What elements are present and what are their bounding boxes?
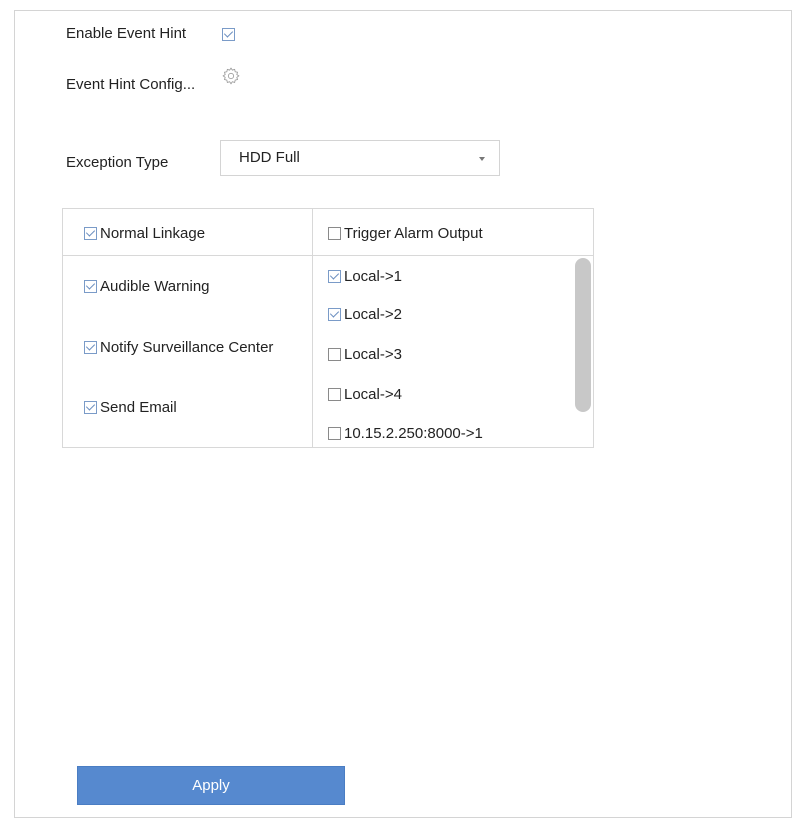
enable-event-hint-label: Enable Event Hint bbox=[66, 25, 187, 42]
local-4-label: Local->4 bbox=[344, 386, 402, 403]
apply-button[interactable]: Apply bbox=[77, 766, 345, 805]
local-3-label: Local->3 bbox=[344, 346, 402, 363]
audible-warning-label: Audible Warning bbox=[100, 278, 210, 295]
local-1-label: Local->1 bbox=[344, 268, 402, 285]
local-2-label: Local->2 bbox=[344, 306, 402, 323]
scrollbar-thumb[interactable] bbox=[575, 258, 591, 412]
table-header-divider bbox=[63, 255, 593, 256]
notify-surveillance-center-checkbox[interactable] bbox=[84, 341, 97, 354]
ip-output-1-label: 10.15.2.250:8000->1 bbox=[344, 425, 483, 442]
list-item-local-1[interactable]: Local->1 bbox=[328, 268, 402, 285]
gear-icon[interactable] bbox=[221, 66, 241, 86]
normal-linkage-header[interactable]: Normal Linkage bbox=[84, 225, 205, 242]
list-item-local-3[interactable]: Local->3 bbox=[328, 346, 402, 363]
exception-type-label: Exception Type bbox=[66, 154, 169, 171]
list-item-send-email[interactable]: Send Email bbox=[84, 399, 177, 416]
list-item-audible-warning[interactable]: Audible Warning bbox=[84, 278, 210, 295]
notify-surveillance-center-label: Notify Surveillance Center bbox=[100, 339, 274, 356]
list-item-local-4[interactable]: Local->4 bbox=[328, 386, 402, 403]
trigger-alarm-output-header[interactable]: Trigger Alarm Output bbox=[328, 225, 483, 242]
enable-event-hint-checkbox[interactable] bbox=[222, 28, 235, 41]
event-hint-config-label: Event Hint Config... bbox=[66, 76, 196, 93]
local-2-checkbox[interactable] bbox=[328, 308, 341, 321]
chevron-down-icon bbox=[479, 157, 485, 161]
send-email-checkbox[interactable] bbox=[84, 401, 97, 414]
trigger-alarm-output-label: Trigger Alarm Output bbox=[344, 225, 483, 242]
send-email-label: Send Email bbox=[100, 399, 177, 416]
list-item-ip-output-1[interactable]: 10.15.2.250:8000->1 bbox=[328, 425, 483, 442]
list-item-local-2[interactable]: Local->2 bbox=[328, 306, 402, 323]
ip-output-1-checkbox[interactable] bbox=[328, 427, 341, 440]
list-item-notify-surveillance-center[interactable]: Notify Surveillance Center bbox=[84, 339, 273, 356]
local-4-checkbox[interactable] bbox=[328, 388, 341, 401]
normal-linkage-checkbox[interactable] bbox=[84, 227, 97, 240]
local-3-checkbox[interactable] bbox=[328, 348, 341, 361]
local-1-checkbox[interactable] bbox=[328, 270, 341, 283]
normal-linkage-label: Normal Linkage bbox=[100, 225, 206, 242]
exception-type-dropdown[interactable]: HDD Full bbox=[220, 140, 500, 176]
table-column-divider bbox=[312, 209, 313, 447]
audible-warning-checkbox[interactable] bbox=[84, 280, 97, 293]
exception-type-value: HDD Full bbox=[239, 149, 300, 166]
trigger-alarm-output-checkbox[interactable] bbox=[328, 227, 341, 240]
